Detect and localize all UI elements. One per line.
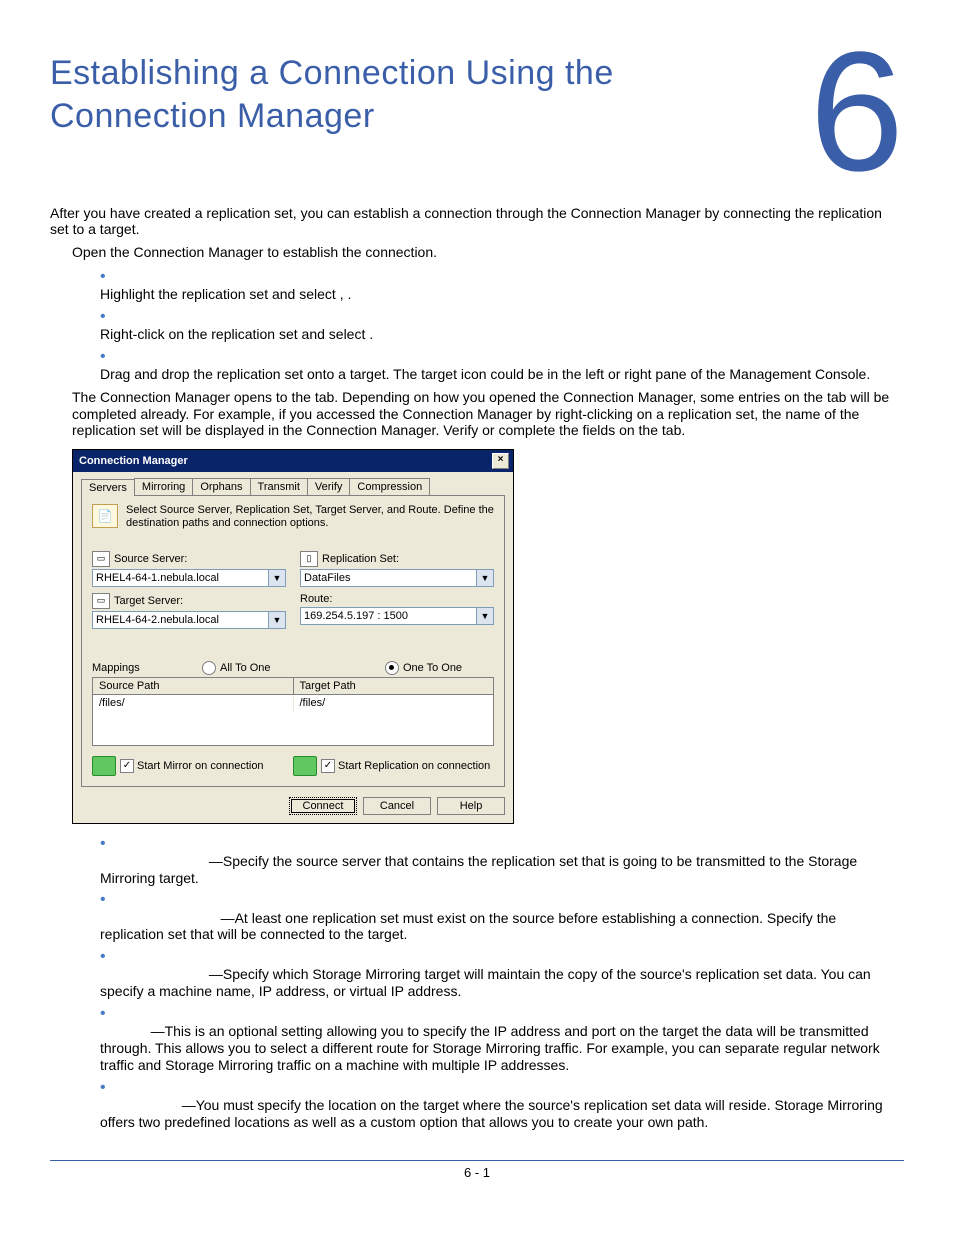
mirror-icon (92, 756, 116, 776)
chevron-down-icon[interactable]: ▼ (477, 607, 494, 625)
close-icon[interactable]: × (492, 453, 509, 469)
route-input[interactable] (300, 607, 477, 625)
chapter-number: 6 (809, 40, 904, 185)
list-item: —Specify the source server that contains… (100, 853, 890, 887)
tab-row: Servers Mirroring Orphans Transmit Verif… (81, 478, 505, 496)
open-method-2: Right-click on the replication set and s… (100, 326, 890, 343)
source-server-input[interactable] (92, 569, 269, 587)
cancel-button[interactable]: Cancel (363, 797, 431, 815)
chevron-down-icon[interactable]: ▼ (269, 611, 286, 629)
server-icon: ▭ (92, 551, 110, 567)
list-item: —At least one replication set must exist… (100, 910, 890, 944)
step-open: Open the Connection Manager to establish… (72, 244, 904, 261)
source-server-label: Source Server: (114, 553, 187, 565)
instruction-text: Select Source Server, Replication Set, T… (126, 504, 494, 530)
route-label: Route: (300, 593, 332, 605)
connection-manager-dialog: Connection Manager × Servers Mirroring O… (72, 449, 514, 823)
page-footer: 6 - 1 (50, 1165, 904, 1180)
col-target-path: Target Path (294, 678, 494, 694)
radio-one-to-one[interactable]: One To One (353, 661, 494, 675)
open-method-1: Highlight the replication set and select… (100, 286, 890, 303)
chapter-title: Establishing a Connection Using the Conn… (50, 52, 789, 137)
chevron-down-icon[interactable]: ▼ (477, 569, 494, 587)
radio-all-to-one[interactable]: All To One (202, 661, 343, 675)
checkbox-start-replication[interactable]: ✓ (321, 759, 335, 773)
dialog-title: Connection Manager (79, 455, 188, 467)
label-start-mirror: Start Mirror on connection (137, 760, 264, 772)
list-item: —This is an optional setting allowing yo… (100, 1023, 890, 1073)
tab-mirroring[interactable]: Mirroring (134, 478, 193, 495)
table-row[interactable]: /files/ /files/ (93, 695, 493, 711)
col-source-path: Source Path (93, 678, 294, 694)
repset-icon: ▯ (300, 551, 318, 567)
tab-verify[interactable]: Verify (307, 478, 351, 495)
tab-compression[interactable]: Compression (349, 478, 430, 495)
server-icon: ▭ (92, 593, 110, 609)
mappings-label: Mappings (92, 662, 192, 674)
help-button[interactable]: Help (437, 797, 505, 815)
tab-orphans[interactable]: Orphans (192, 478, 250, 495)
after-open-paragraph: The Connection Manager opens to the tab.… (72, 389, 904, 439)
repset-input[interactable] (300, 569, 477, 587)
label-start-replication: Start Replication on connection (338, 760, 490, 772)
mappings-grid[interactable]: Source Path Target Path /files/ /files/ (92, 677, 494, 746)
target-server-input[interactable] (92, 611, 269, 629)
target-server-label: Target Server: (114, 595, 183, 607)
list-item: —You must specify the location on the ta… (100, 1097, 890, 1131)
intro-paragraph: After you have created a replication set… (50, 205, 904, 239)
tab-servers[interactable]: Servers (81, 479, 135, 496)
repset-label: Replication Set: (322, 553, 399, 565)
open-methods-list: Highlight the replication set and select… (100, 267, 904, 383)
dialog-titlebar: Connection Manager × (73, 450, 513, 472)
checkbox-start-mirror[interactable]: ✓ (120, 759, 134, 773)
open-method-3: Drag and drop the replication set onto a… (100, 366, 890, 383)
replication-icon (293, 756, 317, 776)
list-item: —Specify which Storage Mirroring target … (100, 966, 890, 1000)
field-descriptions: —Specify the source server that contains… (100, 834, 904, 1131)
instruction-icon: 📄 (92, 504, 118, 528)
connect-button[interactable]: Connect (289, 797, 357, 815)
chevron-down-icon[interactable]: ▼ (269, 569, 286, 587)
tab-transmit[interactable]: Transmit (250, 478, 308, 495)
